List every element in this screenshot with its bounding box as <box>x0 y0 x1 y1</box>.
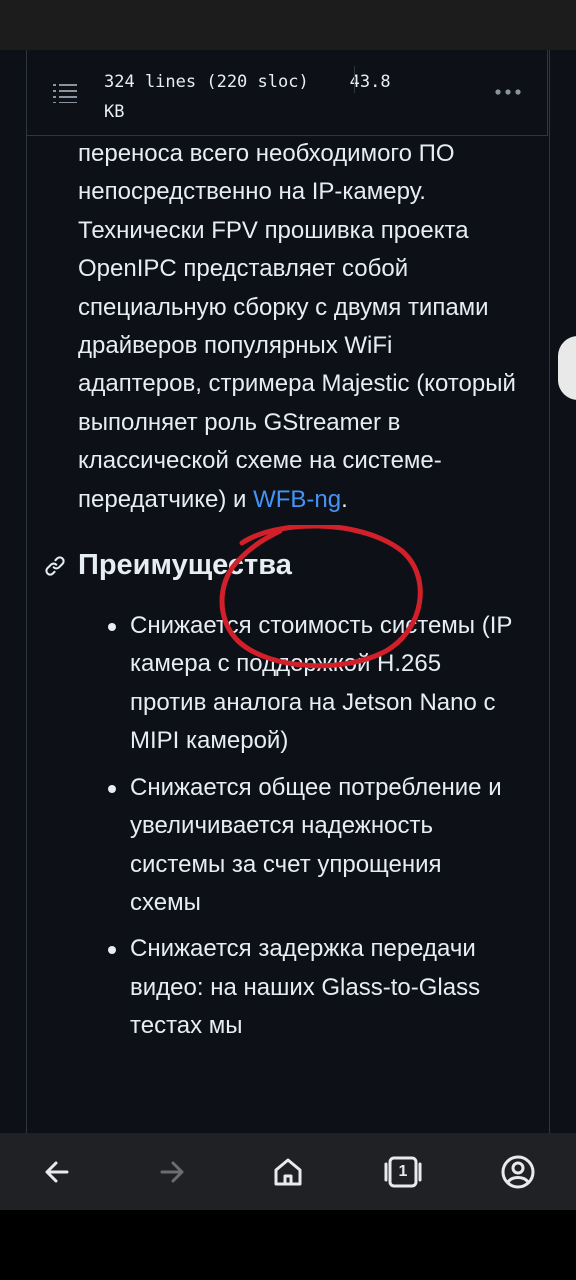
line-count: 324 lines (220 sloc) <box>104 72 309 92</box>
list-item: Снижается стоимость системы (IP камера с… <box>108 607 518 761</box>
kebab-horizontal-icon[interactable] <box>493 84 523 100</box>
tab-count: 1 <box>398 1163 408 1180</box>
bullet <box>108 623 116 632</box>
browser-navbar: 1 <box>0 1133 576 1210</box>
list-item-text: Снижается общее потребление и увеличивае… <box>130 773 502 916</box>
bullet <box>108 946 116 955</box>
side-panel-handle[interactable] <box>558 336 576 400</box>
list-item-text: Снижается стоимость системы (IP камера с… <box>130 612 512 755</box>
wfb-ng-link[interactable]: WFB-ng <box>253 486 341 513</box>
section-heading: Преимущества <box>45 533 518 597</box>
markdown-body: переноса всего необходимого ПО непосредс… <box>45 135 518 1054</box>
file-header: 324 lines (220 sloc) 43.8 KB <box>26 50 548 136</box>
file-size: 43.8 <box>349 72 391 92</box>
heading-text: Преимущества <box>78 549 292 582</box>
list-item-text: Снижается задержка передачи видео: на на… <box>130 935 481 1040</box>
forward-arrow-icon[interactable] <box>152 1152 192 1192</box>
file-view: переноса всего необходимого ПО непосредс… <box>0 50 576 1133</box>
home-icon[interactable] <box>268 1152 308 1192</box>
file-size-info: 324 lines (220 sloc) 43.8 KB <box>104 67 414 127</box>
status-bar <box>0 0 576 50</box>
list-item: Снижается задержка передачи видео: на на… <box>108 930 518 1045</box>
account-icon[interactable] <box>498 1152 538 1192</box>
divider <box>354 66 355 93</box>
file-size-unit: KB <box>104 102 125 122</box>
paragraph-text: переноса всего необходимого ПО непосредс… <box>78 140 516 513</box>
advantages-list: Снижается стоимость системы (IP камера с… <box>78 607 518 1045</box>
list-item: Снижается общее потребление и увеличивае… <box>108 769 518 923</box>
paragraph-tail: . <box>341 485 348 513</box>
back-arrow-icon[interactable] <box>37 1152 77 1192</box>
link-icon[interactable] <box>44 555 66 577</box>
system-gesture-bar <box>0 1210 576 1280</box>
list-icon[interactable] <box>53 83 77 103</box>
bullet <box>108 784 116 793</box>
tabs-button[interactable]: 1 <box>383 1152 423 1192</box>
intro-paragraph: переноса всего необходимого ПО непосредс… <box>78 135 518 519</box>
